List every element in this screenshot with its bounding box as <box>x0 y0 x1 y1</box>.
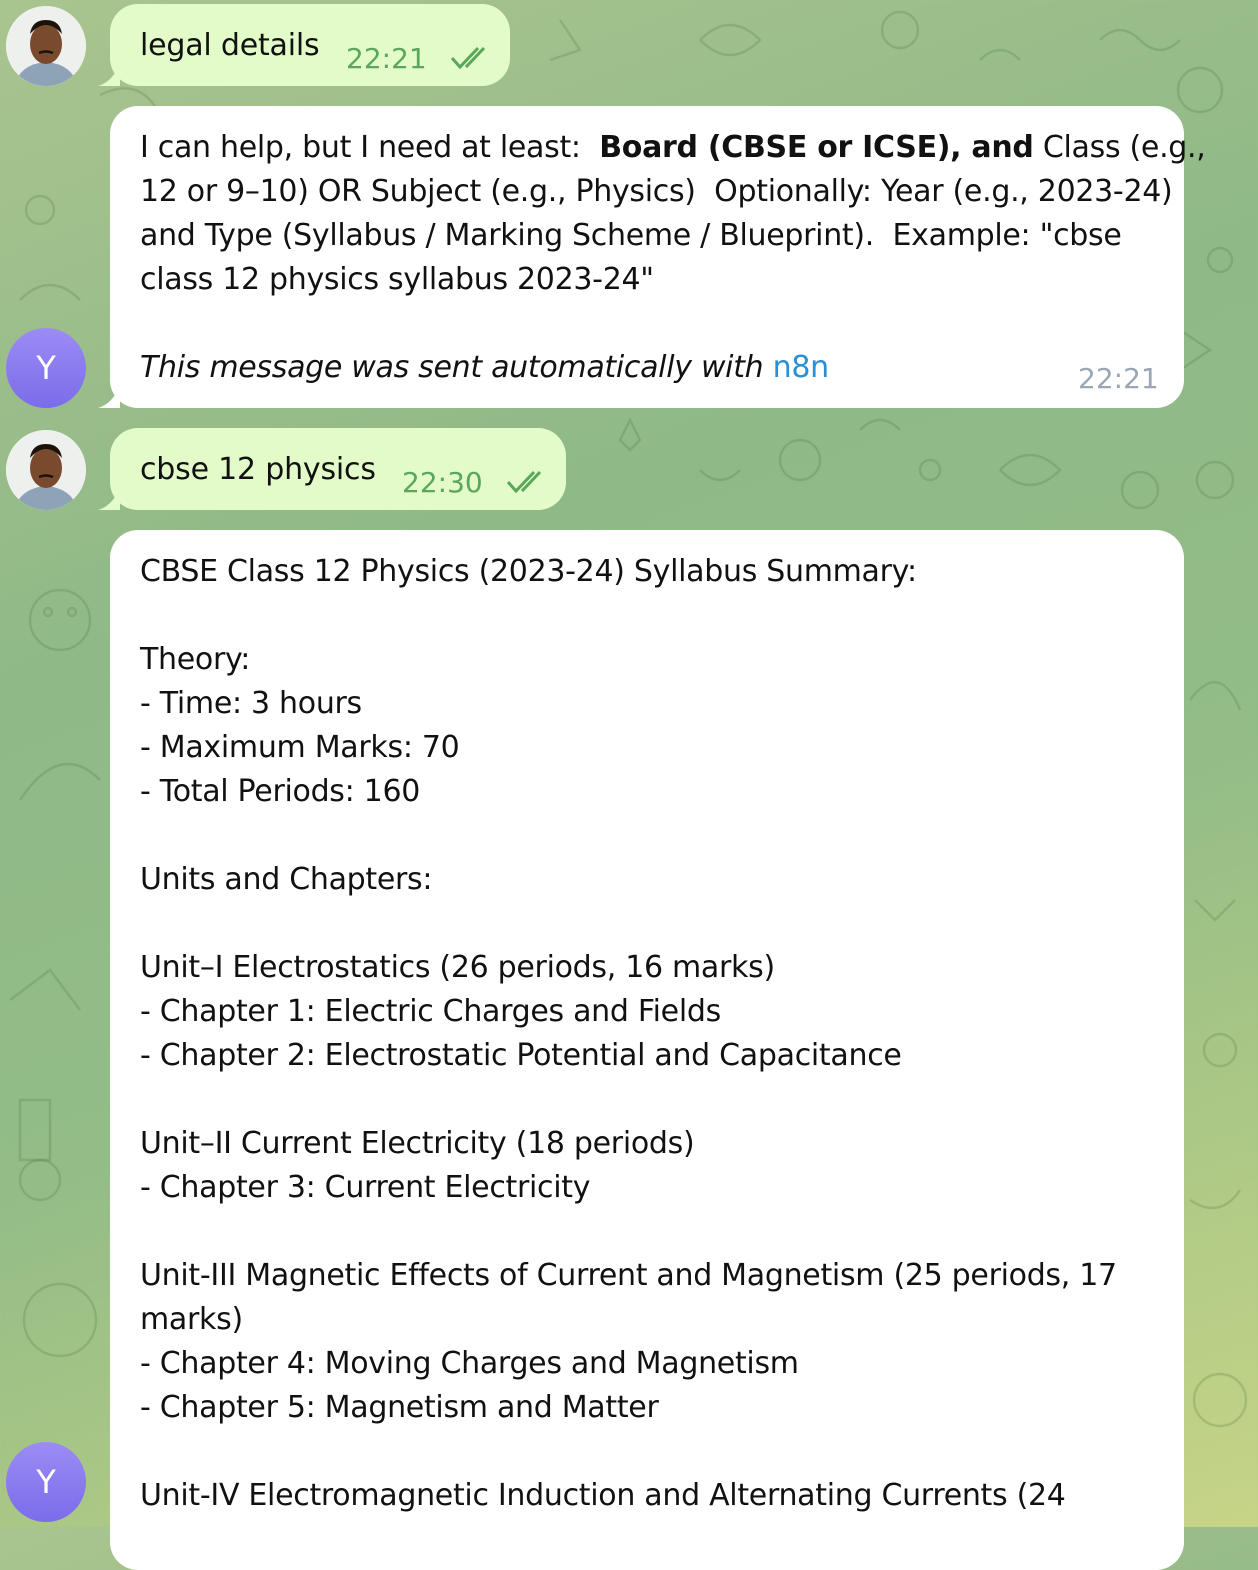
message-line: Theory: <box>140 642 251 677</box>
message-line: ​ <box>140 1078 1170 1122</box>
message-text: legal details <box>140 28 320 63</box>
message-line: - Chapter 5: Magnetism and Matter <box>140 1390 659 1425</box>
message-line: Units and Chapters: <box>140 862 433 897</box>
message-line: Unit-III Magnetic Effects of Current and… <box>140 1258 1117 1293</box>
message-bubble-outgoing: legal details 22:21 <box>98 4 510 86</box>
avatar-letter: Y <box>36 349 56 387</box>
message-line: ​ <box>140 594 1170 638</box>
message-line: class 12 physics syllabus 2023-24" <box>140 262 654 297</box>
message-line: 12 or 9–10) OR Subject (e.g., Physics) O… <box>140 174 1173 209</box>
message-time: 22:21 <box>1078 362 1159 395</box>
message-line: Unit-IV Electromagnetic Induction and Al… <box>140 1478 1066 1513</box>
bot-avatar[interactable]: Y <box>6 328 86 408</box>
double-check-icon <box>450 46 486 70</box>
message-body: CBSE Class 12 Physics (2023-24) Syllabus… <box>140 550 1170 1518</box>
double-check-icon <box>506 470 542 494</box>
message-line: ​ <box>140 1210 1170 1254</box>
message-text: cbse 12 physics <box>140 452 376 487</box>
message-time: 22:30 <box>402 466 483 499</box>
bot-avatar[interactable]: Y <box>6 1442 86 1522</box>
message-line: ​ <box>140 902 1170 946</box>
message-line: ​ <box>140 1430 1170 1474</box>
message-line: marks) <box>140 1302 243 1337</box>
message-line: - Time: 3 hours <box>140 686 362 721</box>
message-line: - Total Periods: 160 <box>140 774 421 809</box>
message-line: Unit–I Electrostatics (26 periods, 16 ma… <box>140 950 775 985</box>
message-line: ​ <box>140 814 1170 858</box>
message-text: I can help, but I need at least: <box>140 130 600 165</box>
user-photo-icon <box>6 6 86 86</box>
message-line: and Type (Syllabus / Marking Scheme / Bl… <box>140 218 1122 253</box>
message-body: I can help, but I need at least: Board (… <box>140 126 1206 390</box>
message-bubble-outgoing: cbse 12 physics 22:30 <box>98 428 566 510</box>
message-line: - Chapter 4: Moving Charges and Magnetis… <box>140 1346 799 1381</box>
user-photo-icon <box>6 430 86 510</box>
n8n-link[interactable]: n8n <box>773 350 830 385</box>
message-line: - Chapter 3: Current Electricity <box>140 1170 591 1205</box>
message-line: CBSE Class 12 Physics (2023-24) Syllabus… <box>140 554 917 589</box>
user-avatar[interactable] <box>6 430 86 510</box>
bubble-tail <box>98 488 120 510</box>
bubble-tail <box>98 64 120 86</box>
user-avatar[interactable] <box>6 6 86 86</box>
message-time: 22:21 <box>346 42 427 75</box>
auto-message-footer: This message was sent automatically with <box>140 350 773 385</box>
message-line: - Chapter 2: Electrostatic Potential and… <box>140 1038 902 1073</box>
message-line: Unit–II Current Electricity (18 periods) <box>140 1126 695 1161</box>
avatar-letter: Y <box>36 1463 56 1501</box>
message-line: - Chapter 1: Electric Charges and Fields <box>140 994 721 1029</box>
bubble-tail <box>98 386 120 408</box>
message-text: Class (e.g., <box>1033 130 1206 165</box>
message-line: - Maximum Marks: 70 <box>140 730 460 765</box>
message-bold-text: Board (CBSE or ICSE), and <box>599 130 1034 165</box>
